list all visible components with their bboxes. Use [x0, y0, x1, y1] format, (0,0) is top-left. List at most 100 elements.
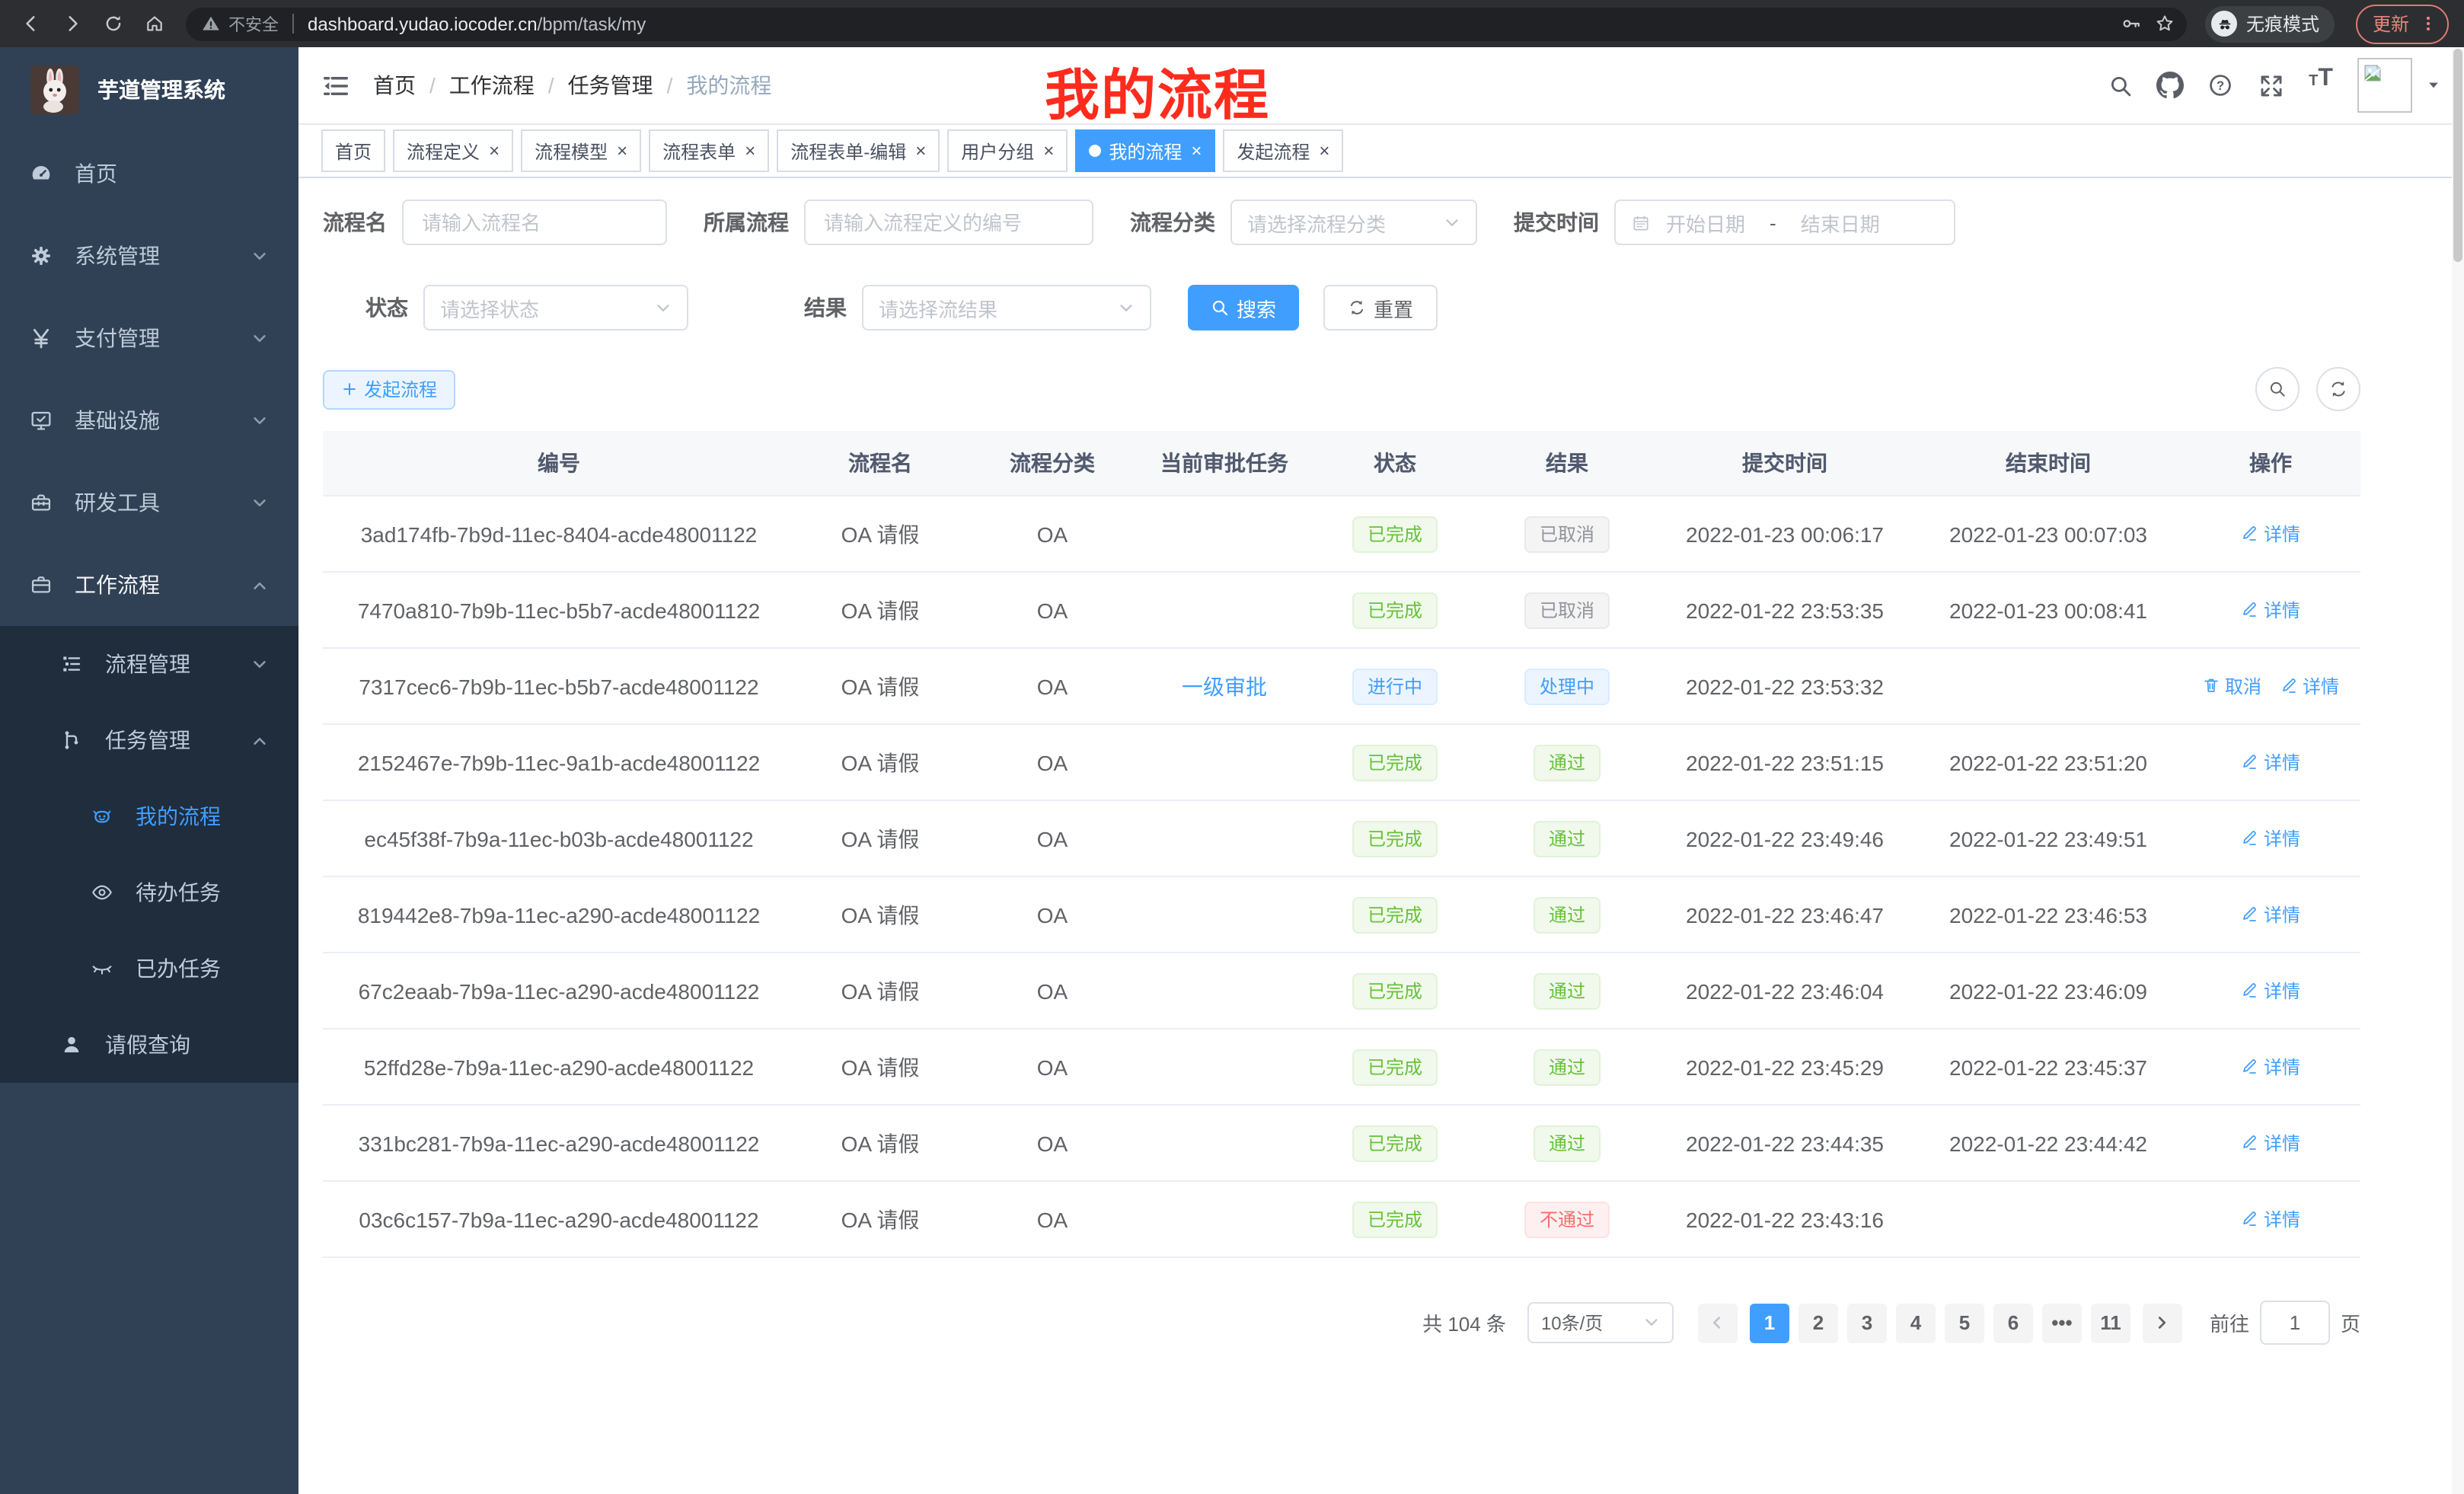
update-pill: 更新 [2356, 4, 2449, 43]
search-icon[interactable] [2100, 65, 2140, 105]
close-icon[interactable]: × [617, 142, 627, 160]
refresh-table-icon[interactable] [2316, 367, 2360, 411]
browser-toolbar: 不安全 dashboard.yudao.iocoder.cn/bpm/task/… [0, 0, 2464, 47]
fullscreen-icon[interactable] [2251, 65, 2290, 105]
avatar[interactable] [2357, 58, 2412, 113]
next-page-button[interactable] [2143, 1303, 2182, 1342]
pager-page-6[interactable]: 6 [1993, 1303, 2033, 1342]
result-select[interactable]: 请选择流结果 [862, 285, 1151, 330]
hamburger-icon[interactable] [321, 71, 350, 100]
close-icon[interactable]: × [489, 142, 500, 160]
search-button[interactable]: 搜索 [1188, 285, 1299, 330]
detail-action[interactable]: 详情 [2241, 1130, 2300, 1156]
breadcrumb-item[interactable]: 任务管理 [568, 70, 653, 101]
cell-process-name: OA 请假 [795, 1029, 965, 1105]
back-icon[interactable] [12, 5, 50, 43]
scrollbar[interactable] [2452, 47, 2464, 1494]
page-size-select[interactable]: 10条/页 [1527, 1302, 1674, 1343]
sidebar-item-home[interactable]: 首页 [0, 132, 298, 215]
goto-page-input[interactable] [2260, 1301, 2330, 1345]
toolbox-icon [29, 490, 53, 515]
start-date-placeholder: 开始日期 [1666, 208, 1745, 237]
close-icon[interactable]: × [915, 142, 926, 160]
font-size-icon[interactable]: TT [2301, 65, 2341, 105]
chevron-down-icon [251, 330, 268, 346]
pager-page-4[interactable]: 4 [1896, 1303, 1936, 1342]
detail-action[interactable]: 详情 [2241, 749, 2300, 775]
status-badge: 已完成 [1352, 744, 1438, 781]
edit-pencil-icon [2241, 601, 2259, 619]
cell-process-id: 331bc281-7b9a-11ec-a290-acde48001122 [323, 1105, 795, 1181]
cell-status: 进行中 [1310, 648, 1480, 724]
workflow-submenu: 流程管理 任务管理 我的流程 [0, 626, 298, 1083]
reset-button[interactable]: 重置 [1323, 285, 1438, 330]
cell-current-task [1139, 496, 1310, 572]
pager-page-2[interactable]: 2 [1799, 1303, 1838, 1342]
sidebar-item-payment[interactable]: 支付管理 [0, 297, 298, 379]
tab-process-definition[interactable]: 流程定义× [393, 129, 513, 172]
close-icon[interactable]: × [1191, 142, 1202, 160]
breadcrumb-item[interactable]: 工作流程 [449, 70, 535, 101]
close-icon[interactable]: × [745, 142, 755, 160]
pager-page-11[interactable]: 11 [2091, 1303, 2130, 1342]
task-link[interactable]: 一级审批 [1182, 674, 1267, 698]
scrollbar-thumb[interactable] [2453, 49, 2462, 262]
sidebar-item-process-management[interactable]: 流程管理 [0, 626, 298, 702]
start-process-button[interactable]: 发起流程 [323, 369, 455, 409]
password-key-icon[interactable] [2114, 7, 2147, 40]
prev-page-button[interactable] [1698, 1303, 1738, 1342]
tab-my-process[interactable]: 我的流程× [1075, 129, 1215, 172]
category-select[interactable]: 请选择流程分类 [1230, 200, 1477, 245]
help-icon[interactable]: ? [2201, 65, 2240, 105]
tab-start-process[interactable]: 发起流程× [1223, 129, 1343, 172]
parent-process-input[interactable] [804, 200, 1093, 245]
sidebar-item-done-tasks[interactable]: 已办任务 [0, 931, 298, 1007]
sidebar-item-my-process[interactable]: 我的流程 [0, 778, 298, 854]
submit-time-range-picker[interactable]: 开始日期 - 结束日期 [1614, 200, 1955, 245]
caret-down-icon[interactable] [2426, 78, 2441, 93]
bookmark-star-icon[interactable] [2147, 7, 2181, 40]
tab-process-model[interactable]: 流程模型× [521, 129, 641, 172]
detail-action[interactable]: 详情 [2241, 1206, 2300, 1232]
pager-ellipsis[interactable]: ••• [2042, 1303, 2082, 1342]
sidebar-item-todo-tasks[interactable]: 待办任务 [0, 854, 298, 931]
tab-process-form-edit[interactable]: 流程表单-编辑× [777, 129, 940, 172]
close-icon[interactable]: × [1043, 142, 1054, 160]
detail-action[interactable]: 详情 [2280, 673, 2339, 699]
cancel-action[interactable]: 取消 [2202, 673, 2261, 699]
tab-process-form[interactable]: 流程表单× [649, 129, 769, 172]
detail-action[interactable]: 详情 [2241, 825, 2300, 851]
breadcrumb-item[interactable]: 首页 [373, 70, 416, 101]
detail-action[interactable]: 详情 [2241, 521, 2300, 547]
sidebar-item-task-management[interactable]: 任务管理 [0, 702, 298, 778]
update-button[interactable]: 更新 [2373, 11, 2409, 37]
search-toggle-icon[interactable] [2255, 367, 2300, 411]
sidebar-item-infrastructure[interactable]: 基础设施 [0, 379, 298, 461]
edit-pencil-icon [2241, 753, 2259, 771]
sidebar-item-workflow[interactable]: 工作流程 [0, 544, 298, 626]
detail-action[interactable]: 详情 [2241, 902, 2300, 927]
tab-home[interactable]: 首页 [321, 129, 385, 172]
github-icon[interactable] [2150, 65, 2190, 105]
cell-result: 通过 [1480, 953, 1654, 1029]
sidebar-item-devtools[interactable]: 研发工具 [0, 461, 298, 544]
reload-icon[interactable] [94, 5, 132, 43]
cell-process-category: OA [965, 648, 1139, 724]
home-icon[interactable] [136, 5, 174, 43]
url-bar[interactable]: 不安全 dashboard.yudao.iocoder.cn/bpm/task/… [186, 7, 2187, 40]
pager-page-3[interactable]: 3 [1847, 1303, 1887, 1342]
process-name-input[interactable] [402, 200, 667, 245]
sidebar-item-leave-query[interactable]: 请假查询 [0, 1007, 298, 1083]
detail-action[interactable]: 详情 [2241, 1054, 2300, 1080]
pager-page-5[interactable]: 5 [1945, 1303, 1984, 1342]
pager-page-1[interactable]: 1 [1750, 1303, 1789, 1342]
cell-end-time: 2022-01-22 23:44:42 [1916, 1105, 2181, 1181]
tab-user-group[interactable]: 用户分组× [947, 129, 1068, 172]
detail-action[interactable]: 详情 [2241, 978, 2300, 1004]
kebab-menu-icon[interactable] [2418, 14, 2438, 34]
close-icon[interactable]: × [1319, 142, 1329, 160]
status-select[interactable]: 请选择状态 [423, 285, 688, 330]
forward-icon[interactable] [53, 5, 91, 43]
detail-action[interactable]: 详情 [2241, 597, 2300, 623]
sidebar-item-system[interactable]: 系统管理 [0, 215, 298, 297]
